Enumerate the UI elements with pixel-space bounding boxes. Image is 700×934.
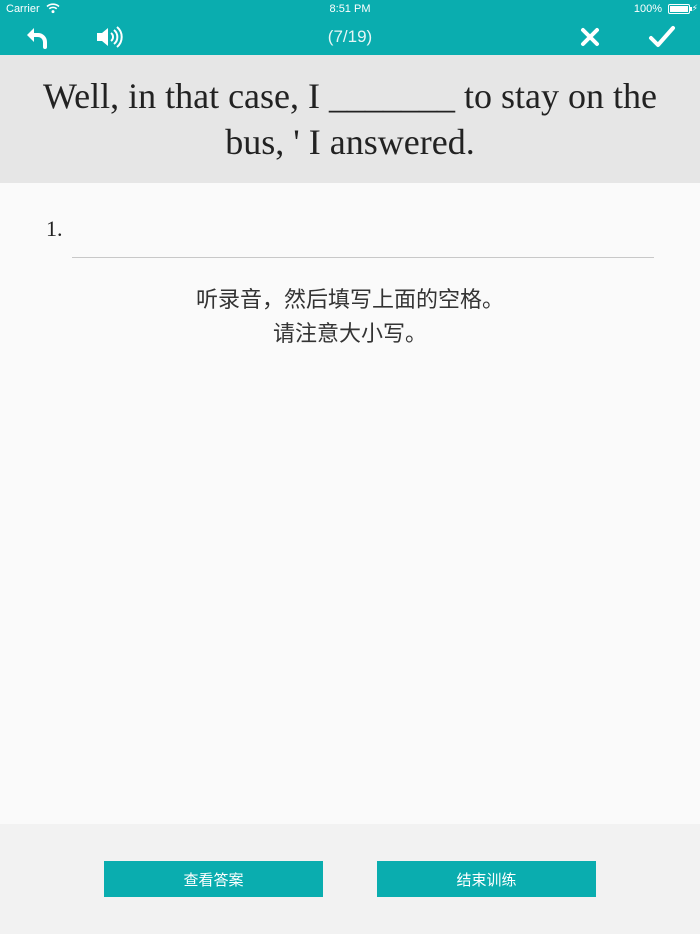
instruction-line-1: 听录音，然后填写上面的空格。 — [195, 287, 504, 312]
check-icon — [648, 25, 676, 49]
close-icon — [580, 27, 600, 47]
question-panel: Well, in that case, I _______ to stay on… — [0, 55, 700, 183]
footer: 查看答案 结束训练 — [0, 824, 700, 934]
status-time: 8:51 PM — [329, 3, 371, 15]
instructions: 听录音，然后填写上面的空格。 请注意大小写。 — [0, 283, 700, 351]
charging-icon: ⚡ — [691, 3, 698, 13]
answer-number: 1. — [46, 216, 63, 241]
instruction-line-2: 请注意大小写。 — [272, 321, 427, 346]
end-training-button[interactable]: 结束训练 — [377, 861, 596, 897]
status-bar: Carrier 8:51 PM 100% ⚡ — [0, 0, 700, 20]
close-button[interactable] — [573, 22, 607, 52]
show-answer-button[interactable]: 查看答案 — [104, 861, 323, 897]
battery-percent: 100% — [633, 3, 662, 15]
question-sentence: Well, in that case, I _______ to stay on… — [43, 76, 657, 162]
top-bar: Carrier 8:51 PM 100% ⚡ (7/19) — [0, 0, 700, 55]
answer-row: 1. — [46, 210, 654, 260]
answer-input[interactable] — [72, 212, 654, 258]
submit-button[interactable] — [645, 22, 679, 52]
battery-icon — [668, 4, 692, 14]
